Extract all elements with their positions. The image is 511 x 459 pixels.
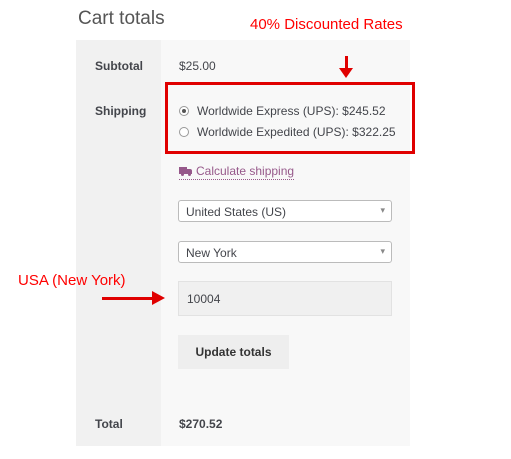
cart-totals-title: Cart totals (78, 8, 165, 29)
annotation-arrow-down-icon (339, 56, 353, 78)
postcode-input[interactable]: 10004 (178, 281, 392, 316)
caret-down-icon: ▾ (380, 205, 385, 215)
calculate-shipping-label: Calculate shipping (196, 164, 295, 178)
total-label: Total (95, 417, 123, 431)
label-column (76, 40, 161, 446)
caret-down-icon: ▾ (380, 246, 385, 256)
state-value: New York (186, 246, 237, 260)
subtotal-label: Subtotal (95, 59, 143, 73)
subtotal-value: $25.00 (179, 59, 216, 73)
country-select[interactable]: United States (US) ▾ (178, 200, 392, 222)
update-totals-button[interactable]: Update totals (178, 335, 289, 369)
postcode-value: 10004 (187, 292, 221, 306)
state-select[interactable]: New York ▾ (178, 241, 392, 263)
discount-annotation: 40% Discounted Rates (250, 16, 403, 33)
truck-icon (179, 166, 192, 176)
annotation-arrow-right-icon (102, 290, 168, 306)
calculate-shipping-link[interactable]: Calculate shipping (179, 164, 295, 180)
country-value: United States (US) (186, 205, 287, 219)
total-value: $270.52 (179, 417, 223, 431)
shipping-highlight-box (165, 82, 415, 154)
shipping-label: Shipping (95, 104, 147, 118)
location-annotation: USA (New York) (18, 272, 126, 289)
